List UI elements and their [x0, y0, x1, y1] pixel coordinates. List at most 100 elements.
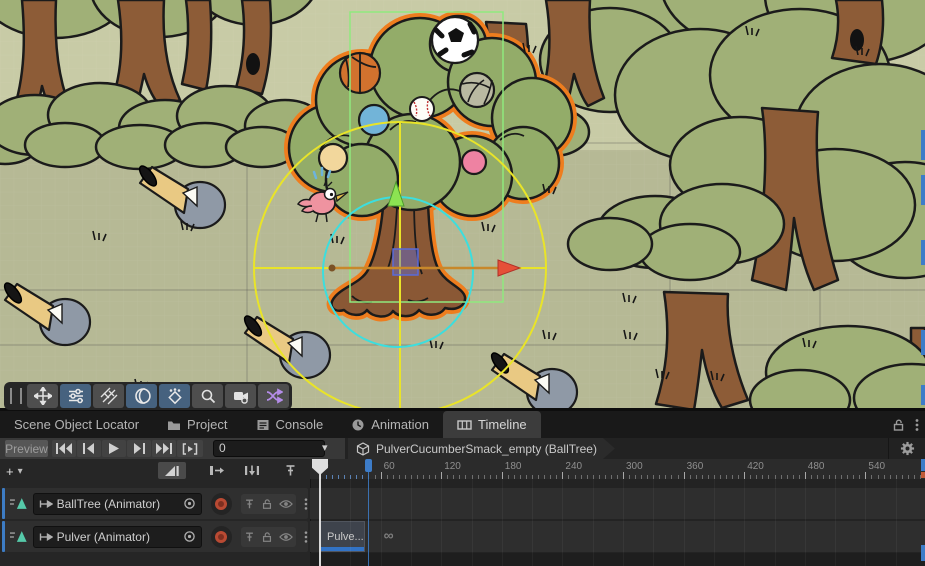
ruler-minor-tick: [690, 475, 691, 479]
target-icon[interactable]: [183, 530, 196, 543]
timeline-dropdown-caret[interactable]: ▾: [322, 441, 328, 454]
gear-icon: [900, 441, 915, 456]
panel-tab-bar: Scene Object Locator Project Console Ani…: [0, 411, 925, 438]
ruler-minor-tick: [671, 475, 672, 479]
record-button[interactable]: [211, 493, 233, 515]
ripple-mode-icon: [209, 464, 225, 477]
replace-mode-icon: [244, 464, 260, 477]
track-name-box[interactable]: Pulver (Animator): [33, 526, 202, 548]
hatch-grid-tool-button[interactable]: [93, 384, 124, 408]
next-frame-icon: [133, 443, 145, 454]
track-name-box[interactable]: BallTree (Animator): [33, 493, 202, 515]
play-button[interactable]: [102, 440, 126, 457]
ruler-frame-label: 540: [868, 461, 885, 472]
toolbar-drag-handle[interactable]: [10, 388, 22, 404]
kebab-menu-icon[interactable]: [304, 530, 308, 544]
ruler-minor-tick: [429, 475, 430, 479]
ruler-minor-tick: [575, 475, 576, 479]
kebab-menu-icon[interactable]: [915, 418, 919, 432]
content-gridline: [593, 479, 594, 566]
ruler-minor-tick: [526, 475, 527, 479]
content-gridline: [623, 479, 624, 566]
content-gridline: [744, 479, 745, 566]
content-gridline: [775, 479, 776, 566]
preview-toggle-button[interactable]: Preview: [5, 440, 48, 457]
ruler-minor-tick: [581, 475, 582, 479]
camera-tool-button[interactable]: [225, 384, 256, 408]
animation-track-icon: [10, 529, 29, 544]
ruler-minor-tick: [878, 475, 879, 479]
move-tool-button[interactable]: [27, 384, 58, 408]
tab-project[interactable]: Project: [153, 411, 241, 438]
ruler-minor-tick: [514, 475, 515, 479]
ruler-major-tick: [502, 472, 503, 479]
animation-clip[interactable]: Pulve...: [320, 521, 365, 552]
shuffle-tool-button[interactable]: [258, 384, 289, 408]
add-track-button[interactable]: + ▾: [6, 463, 23, 479]
kebab-menu-icon[interactable]: [304, 497, 308, 511]
timeline-clips-area[interactable]: 060120180240300360420480540 Pulve... ∞: [310, 459, 925, 566]
content-gridline: [896, 479, 897, 566]
content-gridline: [411, 479, 412, 566]
ruler-minor-tick: [841, 475, 842, 479]
ruler-minor-tick: [635, 475, 636, 479]
ruler-minor-tick: [847, 475, 848, 479]
ruler-minor-tick: [647, 475, 648, 479]
tab-timeline[interactable]: Timeline: [443, 411, 541, 438]
console-icon: [256, 418, 270, 432]
ruler-frame-label: 180: [505, 461, 522, 472]
timeline-ruler[interactable]: 060120180240300360420480540: [310, 459, 925, 479]
record-button[interactable]: [211, 526, 233, 548]
unlock-icon[interactable]: [261, 531, 273, 543]
pin-icon[interactable]: [244, 498, 255, 510]
tab-label: Console: [276, 417, 324, 432]
ruler-frame-label: 420: [747, 461, 764, 472]
tab-scene-object-locator[interactable]: Scene Object Locator: [0, 411, 153, 438]
ruler-minor-tick: [811, 475, 812, 479]
ruler-minor-tick: [484, 475, 485, 479]
moon-tool-button[interactable]: [126, 384, 157, 408]
breadcrumb-item[interactable]: PulverCucumberSmack_empty (BallTree): [348, 438, 615, 459]
search-tool-button[interactable]: [192, 384, 223, 408]
track-header-panel: + ▾: [0, 459, 311, 566]
scene-viewport[interactable]: [0, 0, 925, 411]
goto-start-button[interactable]: [52, 440, 76, 457]
goto-start-icon: [56, 443, 72, 454]
clip-row-balltree[interactable]: [310, 488, 925, 519]
ruler-major-tick: [441, 472, 442, 479]
goto-end-button[interactable]: [152, 440, 176, 457]
replace-mode-button[interactable]: [238, 462, 266, 479]
ruler-minor-tick: [587, 475, 588, 479]
timeline-settings-button[interactable]: [888, 438, 925, 459]
tab-label: Animation: [371, 417, 429, 432]
tab-console[interactable]: Console: [242, 411, 338, 438]
unlock-icon[interactable]: [892, 418, 905, 432]
current-frame-field[interactable]: 0: [213, 440, 325, 457]
ruler-minor-tick: [465, 475, 466, 479]
ripple-mode-button[interactable]: [203, 462, 231, 479]
target-icon[interactable]: [183, 497, 196, 510]
ruler-major-tick: [684, 472, 685, 479]
tab-animation[interactable]: Animation: [337, 411, 443, 438]
prev-frame-button[interactable]: [77, 440, 101, 457]
ruler-minor-tick: [423, 475, 424, 479]
moon-tool-icon: [133, 387, 151, 405]
eye-icon[interactable]: [279, 531, 293, 543]
play-range-button[interactable]: [177, 440, 203, 457]
track-row-balltree[interactable]: BallTree (Animator): [2, 488, 308, 519]
next-frame-button[interactable]: [127, 440, 151, 457]
timeline-duration-marker[interactable]: [365, 459, 372, 472]
mix-mode-button[interactable]: [158, 462, 186, 479]
track-row-pulver[interactable]: Pulver (Animator): [2, 521, 308, 552]
header-pin-button[interactable]: [276, 462, 304, 479]
eye-icon[interactable]: [279, 498, 293, 510]
unlock-icon[interactable]: [261, 498, 273, 510]
ruler-minor-tick: [859, 475, 860, 479]
pin-icon[interactable]: [244, 531, 255, 543]
gizmo-diamond-tool-button[interactable]: [159, 384, 190, 408]
ruler-minor-tick: [399, 475, 400, 479]
sliders-tool-button[interactable]: [60, 384, 91, 408]
clip-row-pulver[interactable]: [310, 521, 925, 552]
edge-marker: [921, 545, 925, 561]
ruler-minor-tick: [356, 475, 357, 479]
